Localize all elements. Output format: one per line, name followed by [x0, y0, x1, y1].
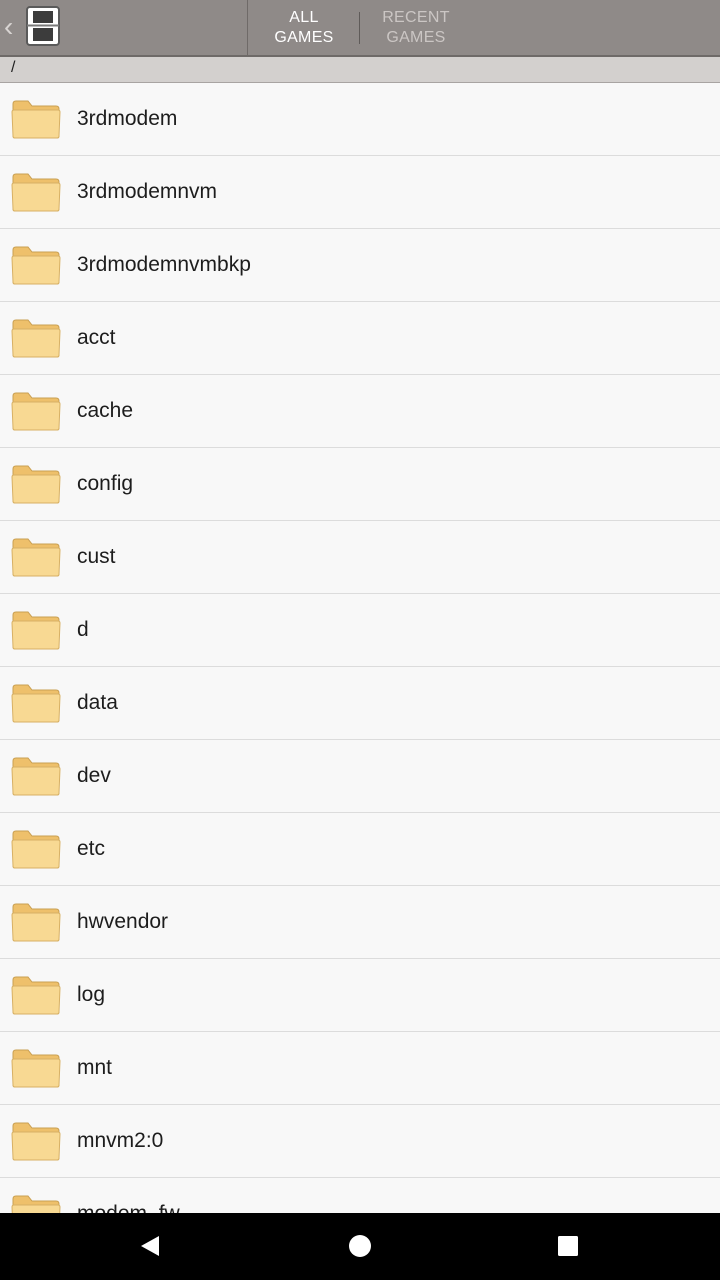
list-item[interactable]: 3rdmodemnvmbkp	[0, 229, 720, 302]
folder-name: d	[77, 618, 89, 641]
folder-name: data	[77, 691, 118, 714]
tab-recent-games-label-line1: RECENT	[382, 8, 450, 26]
folder-icon	[10, 609, 62, 651]
folder-icon	[10, 1120, 62, 1162]
folder-icon	[10, 244, 62, 286]
folder-name: 3rdmodemnvm	[77, 180, 218, 203]
folder-icon	[10, 682, 62, 724]
folder-name: 3rdmodemnvmbkp	[77, 253, 251, 276]
navigation-bar	[0, 1213, 720, 1280]
folder-icon	[10, 536, 62, 578]
list-item[interactable]: config	[0, 448, 720, 521]
folder-icon	[10, 974, 62, 1016]
folder-name: cache	[77, 399, 134, 422]
folder-name: hwvendor	[77, 910, 169, 933]
folder-name: 3rdmodem	[77, 107, 178, 130]
list-item[interactable]: hwvendor	[0, 886, 720, 959]
circle-home-icon[interactable]	[320, 1213, 400, 1280]
path-bar: /	[0, 57, 720, 83]
square-recents-icon[interactable]	[528, 1213, 608, 1280]
folder-name: acct	[77, 326, 116, 349]
tab-all-games[interactable]: ALL GAMES	[249, 0, 359, 55]
list-item[interactable]: cust	[0, 521, 720, 594]
folder-icon	[10, 901, 62, 943]
list-item[interactable]: d	[0, 594, 720, 667]
top-bar: ‹ ALL GAMES RECENT GAMES	[0, 0, 720, 57]
folder-icon	[10, 171, 62, 213]
list-item[interactable]: acct	[0, 302, 720, 375]
folder-name: etc	[77, 837, 106, 860]
folder-name: modem_fw	[77, 1178, 180, 1213]
folder-icon	[10, 755, 62, 797]
list-item[interactable]: modem_fw	[0, 1178, 720, 1213]
chevron-left-icon: ‹	[4, 10, 14, 42]
folder-name: mnt	[77, 1056, 113, 1079]
back-button[interactable]: ‹	[0, 0, 72, 55]
triangle-back-icon[interactable]	[110, 1213, 190, 1280]
list-item[interactable]: cache	[0, 375, 720, 448]
tab-all-games-label-line2: GAMES	[274, 28, 334, 46]
list-item[interactable]: 3rdmodemnvm	[0, 156, 720, 229]
folder-icon	[10, 1047, 62, 1089]
folder-list[interactable]: 3rdmodem 3rdmodemnvm 3rdmodemnvmbkp acct cac…	[0, 83, 720, 1213]
folder-name: mnvm2:0	[77, 1129, 164, 1152]
current-path: /	[11, 59, 16, 76]
nintendo-ds-icon	[26, 6, 60, 46]
folder-name: config	[77, 472, 134, 495]
list-item[interactable]: dev	[0, 740, 720, 813]
tab-recent-games-label-line2: GAMES	[386, 28, 446, 46]
tab-recent-games[interactable]: RECENT GAMES	[361, 0, 471, 55]
tab-all-games-label-line1: ALL	[289, 8, 319, 26]
list-item[interactable]: mnvm2:0	[0, 1105, 720, 1178]
list-item[interactable]: data	[0, 667, 720, 740]
list-item[interactable]: mnt	[0, 1032, 720, 1105]
folder-icon	[10, 98, 62, 140]
folder-name: log	[77, 983, 106, 1006]
folder-icon	[10, 828, 62, 870]
folder-icon	[10, 317, 62, 359]
folder-icon	[10, 1193, 62, 1213]
tab-divider	[359, 12, 360, 44]
folder-name: dev	[77, 764, 111, 787]
folder-name: cust	[77, 545, 116, 568]
list-item[interactable]: 3rdmodem	[0, 83, 720, 156]
folder-icon	[10, 463, 62, 505]
folder-icon	[10, 390, 62, 432]
list-item[interactable]: etc	[0, 813, 720, 886]
header-divider	[247, 0, 248, 55]
list-item[interactable]: log	[0, 959, 720, 1032]
